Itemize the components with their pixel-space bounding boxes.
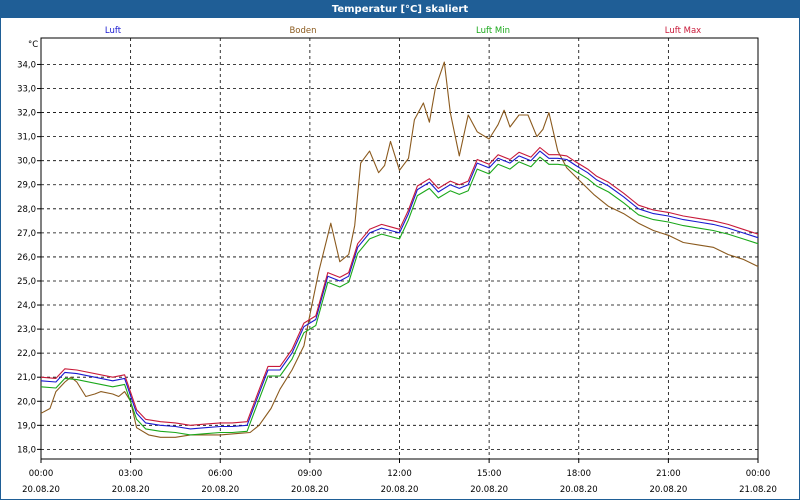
legend-item-luft-max: Luft Max [665,26,701,36]
x-tick-date-label: 20.08.20 [291,485,329,495]
y-tick-label: 27,0 [17,229,36,239]
x-tick-time-label: 12:00 [387,469,412,479]
y-tick-label: 21,0 [17,373,36,383]
y-tick-label: 19,0 [17,421,36,431]
y-tick-label: 25,0 [17,277,36,287]
y-tick-label: 23,0 [17,325,36,335]
x-tick-date-label: 20.08.20 [201,485,239,495]
x-tick-time-label: 03:00 [118,469,143,479]
y-axis-ticks: 18,0 19,0 20,0 21,0 22,0 23,0 24,0 25,0 26,0 27,0… [17,60,41,455]
x-tick-date-label: 20.08.20 [560,485,598,495]
x-tick-time-label: 18:00 [567,469,592,479]
y-tick-label: 32,0 [17,109,36,119]
x-tick-date-label: 20.08.20 [381,485,419,495]
x-tick-time-label: 00:00 [29,469,54,479]
y-tick-label: 29,0 [17,181,36,191]
x-tick-time-label: 21:00 [656,469,681,479]
x-axis-ticks: 00:00 20.08.20 03:00 20.08.20 06:00 20.08.20 0… [22,459,777,495]
x-tick-time-label: 00:00 [746,469,771,479]
y-tick-label: 26,0 [17,253,36,263]
x-tick-time-label: 15:00 [477,469,502,479]
temperature-chart: 18,0 19,0 20,0 21,0 22,0 23,0 24,0 25,0 26,0 27,0… [17,26,777,495]
y-tick-label: 24,0 [17,301,36,311]
y-tick-label: 34,0 [17,60,36,70]
y-axis-unit: °C [28,40,38,50]
legend-item-luft: Luft [105,26,122,36]
y-tick-label: 20,0 [17,397,36,407]
x-tick-date-label: 20.08.20 [22,485,60,495]
x-tick-date-label: 20.08.20 [649,485,687,495]
y-tick-label: 18,0 [17,445,36,455]
x-tick-time-label: 06:00 [208,469,233,479]
y-tick-label: 31,0 [17,133,36,143]
x-tick-date-label: 20.08.20 [470,485,508,495]
legend-item-luft-min: Luft Min [476,26,510,36]
x-tick-date-label: 20.08.20 [112,485,150,495]
y-tick-label: 22,0 [17,349,36,359]
x-tick-time-label: 09:00 [298,469,323,479]
y-tick-label: 30,0 [17,157,36,167]
x-tick-date-label: 21.08.20 [739,485,777,495]
legend: Luft Boden Luft Min Luft Max [105,26,701,36]
legend-item-boden: Boden [289,26,316,36]
y-tick-label: 33,0 [17,85,36,95]
y-tick-label: 28,0 [17,205,36,215]
